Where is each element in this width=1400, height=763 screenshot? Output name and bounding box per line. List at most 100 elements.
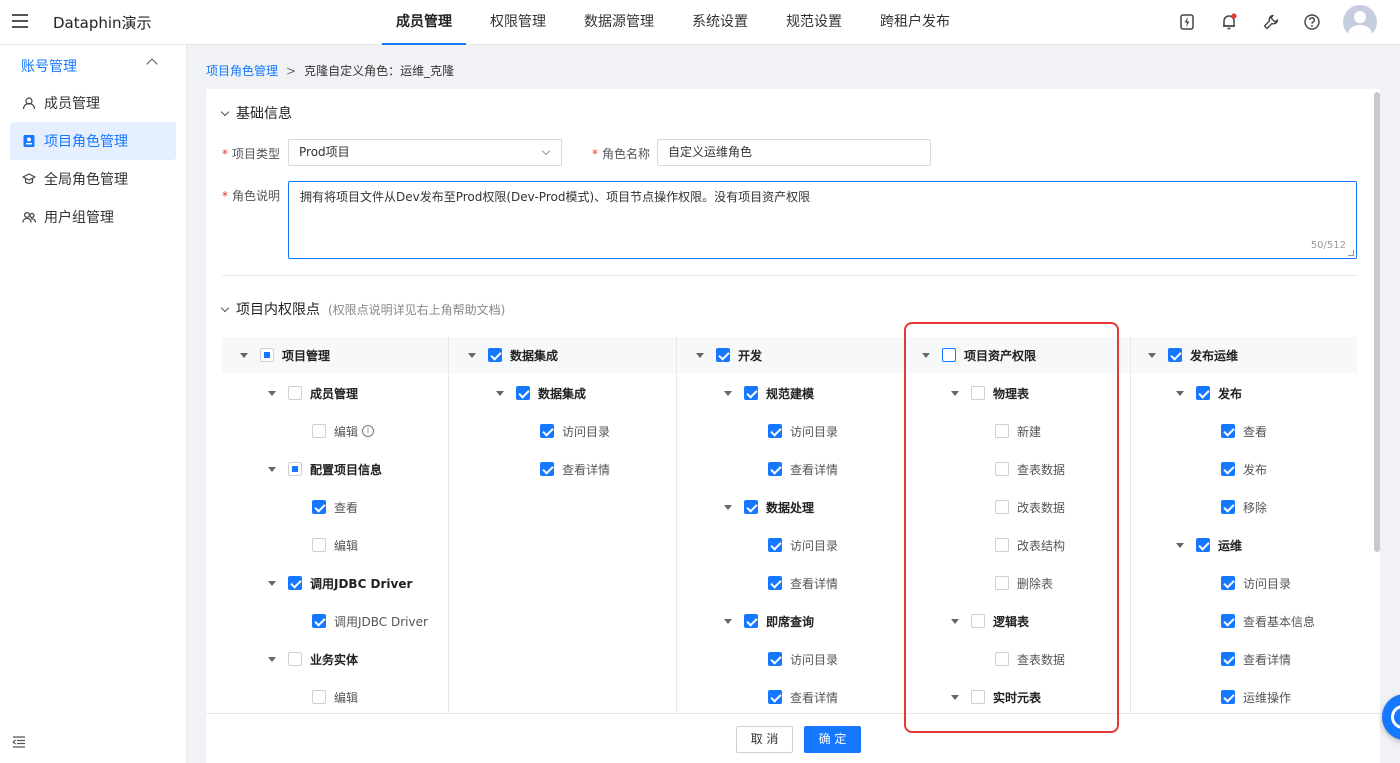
sidebar-item-project-role-management[interactable]: 项目角色管理 bbox=[10, 122, 176, 160]
tree-leaf-ops-operation[interactable]: 运维操作 bbox=[1221, 687, 1291, 707]
tree-leaf-jdbc-driver[interactable]: 调用JDBC Driver bbox=[312, 611, 428, 631]
checkbox-checked[interactable] bbox=[768, 462, 782, 476]
sidebar-item-user-group-management[interactable]: 用户组管理 bbox=[10, 198, 176, 236]
caret-down-icon bbox=[220, 303, 230, 312]
tree-node-jdbc-driver[interactable]: 调用JDBC Driver bbox=[268, 573, 412, 593]
tree-node-data-integration[interactable]: 数据集成 bbox=[468, 345, 558, 365]
checkbox-checked[interactable] bbox=[1221, 690, 1235, 704]
checkbox[interactable] bbox=[312, 690, 326, 704]
tree-node-data-processing[interactable]: 数据处理 bbox=[724, 497, 814, 517]
checkbox-checked[interactable] bbox=[1221, 614, 1235, 628]
nav-datasource-management[interactable]: 数据源管理 bbox=[584, 0, 654, 45]
tree-leaf-view-basic-info[interactable]: 查看基本信息 bbox=[1221, 611, 1315, 631]
section-project-permissions[interactable]: 项目内权限点 (权限点说明详见右上角帮助文档) bbox=[220, 299, 505, 319]
nav-standard-settings[interactable]: 规范设置 bbox=[786, 0, 842, 45]
checkbox-checked[interactable] bbox=[312, 614, 326, 628]
checkbox-checked[interactable] bbox=[540, 462, 554, 476]
breadcrumb-link[interactable]: 项目角色管理 bbox=[206, 64, 278, 78]
bolt-file-icon[interactable] bbox=[1178, 13, 1196, 31]
tree-node-member-management[interactable]: 成员管理 bbox=[268, 383, 358, 403]
checkbox-checked[interactable] bbox=[768, 576, 782, 590]
nav-cross-tenant-publish[interactable]: 跨租户发布 bbox=[880, 0, 950, 45]
checkbox-partial[interactable] bbox=[260, 348, 274, 362]
checkbox-checked[interactable] bbox=[744, 500, 758, 514]
checkbox[interactable] bbox=[312, 538, 326, 552]
tree-leaf-view-details[interactable]: 查看详情 bbox=[768, 573, 838, 593]
info-icon[interactable]: i bbox=[362, 425, 375, 437]
checkbox[interactable] bbox=[288, 652, 302, 666]
tree-leaf-view-details[interactable]: 查看详情 bbox=[540, 459, 610, 479]
checkbox-checked[interactable] bbox=[768, 652, 782, 666]
tree-node-project-management[interactable]: 项目管理 bbox=[240, 345, 330, 365]
cancel-button[interactable]: 取 消 bbox=[736, 726, 793, 753]
user-avatar-icon[interactable] bbox=[1343, 5, 1377, 39]
checkbox-checked[interactable] bbox=[1221, 576, 1235, 590]
tree-node-ops[interactable]: 运维 bbox=[1176, 535, 1242, 555]
tree-node-project-config[interactable]: 配置项目信息 bbox=[268, 459, 382, 479]
tree-leaf-view-details[interactable]: 查看详情 bbox=[1221, 649, 1291, 669]
resize-handle-icon[interactable] bbox=[1348, 250, 1354, 256]
checkbox-checked[interactable] bbox=[516, 386, 530, 400]
checkbox-checked[interactable] bbox=[768, 690, 782, 704]
checkbox-checked[interactable] bbox=[1168, 348, 1182, 362]
checkbox-checked[interactable] bbox=[768, 538, 782, 552]
wrench-icon[interactable] bbox=[1262, 13, 1280, 31]
tree-leaf-view-details[interactable]: 查看详情 bbox=[768, 459, 838, 479]
checkbox-checked[interactable] bbox=[744, 614, 758, 628]
tree-node-business-entity[interactable]: 业务实体 bbox=[268, 649, 358, 669]
tree-leaf-view[interactable]: 查看 bbox=[312, 497, 358, 517]
checkbox-checked[interactable] bbox=[1221, 500, 1235, 514]
sidebar-item-member-management[interactable]: 成员管理 bbox=[10, 84, 176, 122]
checkbox-checked[interactable] bbox=[540, 424, 554, 438]
checkbox[interactable] bbox=[312, 424, 326, 438]
tree-node-standard-modeling[interactable]: 规范建模 bbox=[724, 383, 814, 403]
help-circle-icon[interactable] bbox=[1303, 13, 1321, 31]
checkbox-checked[interactable] bbox=[488, 348, 502, 362]
tree-leaf-access-directory[interactable]: 访问目录 bbox=[768, 649, 838, 669]
checkbox-checked[interactable] bbox=[1221, 462, 1235, 476]
checkbox[interactable] bbox=[288, 386, 302, 400]
vertical-scrollbar[interactable] bbox=[1374, 92, 1380, 552]
role-name-input[interactable]: 自定义运维角色 bbox=[657, 139, 931, 166]
tree-leaf-publish[interactable]: 发布 bbox=[1221, 459, 1267, 479]
nav-member-management[interactable]: 成员管理 bbox=[382, 0, 466, 45]
role-desc-textarea[interactable]: 拥有将项目文件从Dev发布至Prod权限(Dev-Prod模式)、项目节点操作权… bbox=[288, 181, 1357, 259]
tree-leaf-access-directory[interactable]: 访问目录 bbox=[768, 535, 838, 555]
collapse-sidebar-icon[interactable] bbox=[12, 735, 26, 749]
tree-node-adhoc-query[interactable]: 即席查询 bbox=[724, 611, 814, 631]
checkbox-checked[interactable] bbox=[1196, 386, 1210, 400]
checkbox-checked[interactable] bbox=[312, 500, 326, 514]
tree-leaf-access-directory[interactable]: 访问目录 bbox=[540, 421, 610, 441]
checkbox-checked[interactable] bbox=[1221, 424, 1235, 438]
tree-leaf-view-details[interactable]: 查看详情 bbox=[768, 687, 838, 707]
tree-leaf-edit[interactable]: 编辑 bbox=[312, 535, 358, 555]
tree-leaf-view[interactable]: 查看 bbox=[1221, 421, 1267, 441]
section-basic-info[interactable]: 基础信息 bbox=[220, 103, 292, 123]
chevron-up-icon[interactable] bbox=[146, 58, 158, 70]
tree-leaf-access-directory[interactable]: 访问目录 bbox=[1221, 573, 1291, 593]
sidebar-group-account-management[interactable]: 账号管理 bbox=[21, 56, 77, 76]
tree-node-publish-ops[interactable]: 发布运维 bbox=[1148, 345, 1238, 365]
nav-system-settings[interactable]: 系统设置 bbox=[692, 0, 748, 45]
tree-node-publish[interactable]: 发布 bbox=[1176, 383, 1242, 403]
nav-permission-management[interactable]: 权限管理 bbox=[490, 0, 546, 45]
tree-leaf-edit[interactable]: 编辑 i bbox=[312, 421, 375, 441]
tree-node-development[interactable]: 开发 bbox=[696, 345, 762, 365]
checkbox-checked[interactable] bbox=[288, 576, 302, 590]
tree-node-data-integration-sub[interactable]: 数据集成 bbox=[496, 383, 586, 403]
checkbox-checked[interactable] bbox=[716, 348, 730, 362]
tree-leaf-edit[interactable]: 编辑 bbox=[312, 687, 358, 707]
checkbox-checked[interactable] bbox=[768, 424, 782, 438]
confirm-button[interactable]: 确 定 bbox=[804, 726, 861, 753]
tree-leaf-remove[interactable]: 移除 bbox=[1221, 497, 1267, 517]
menu-icon[interactable] bbox=[12, 14, 28, 28]
checkbox-checked[interactable] bbox=[744, 386, 758, 400]
checkbox-checked[interactable] bbox=[1196, 538, 1210, 552]
help-assistant-icon[interactable] bbox=[1382, 694, 1400, 740]
project-type-select[interactable]: Prod项目 bbox=[288, 139, 562, 166]
checkbox-partial[interactable] bbox=[288, 462, 302, 476]
checkbox-checked[interactable] bbox=[1221, 652, 1235, 666]
bell-icon[interactable] bbox=[1220, 13, 1238, 31]
tree-leaf-access-directory[interactable]: 访问目录 bbox=[768, 421, 838, 441]
sidebar-item-global-role-management[interactable]: 全局角色管理 bbox=[10, 160, 176, 198]
